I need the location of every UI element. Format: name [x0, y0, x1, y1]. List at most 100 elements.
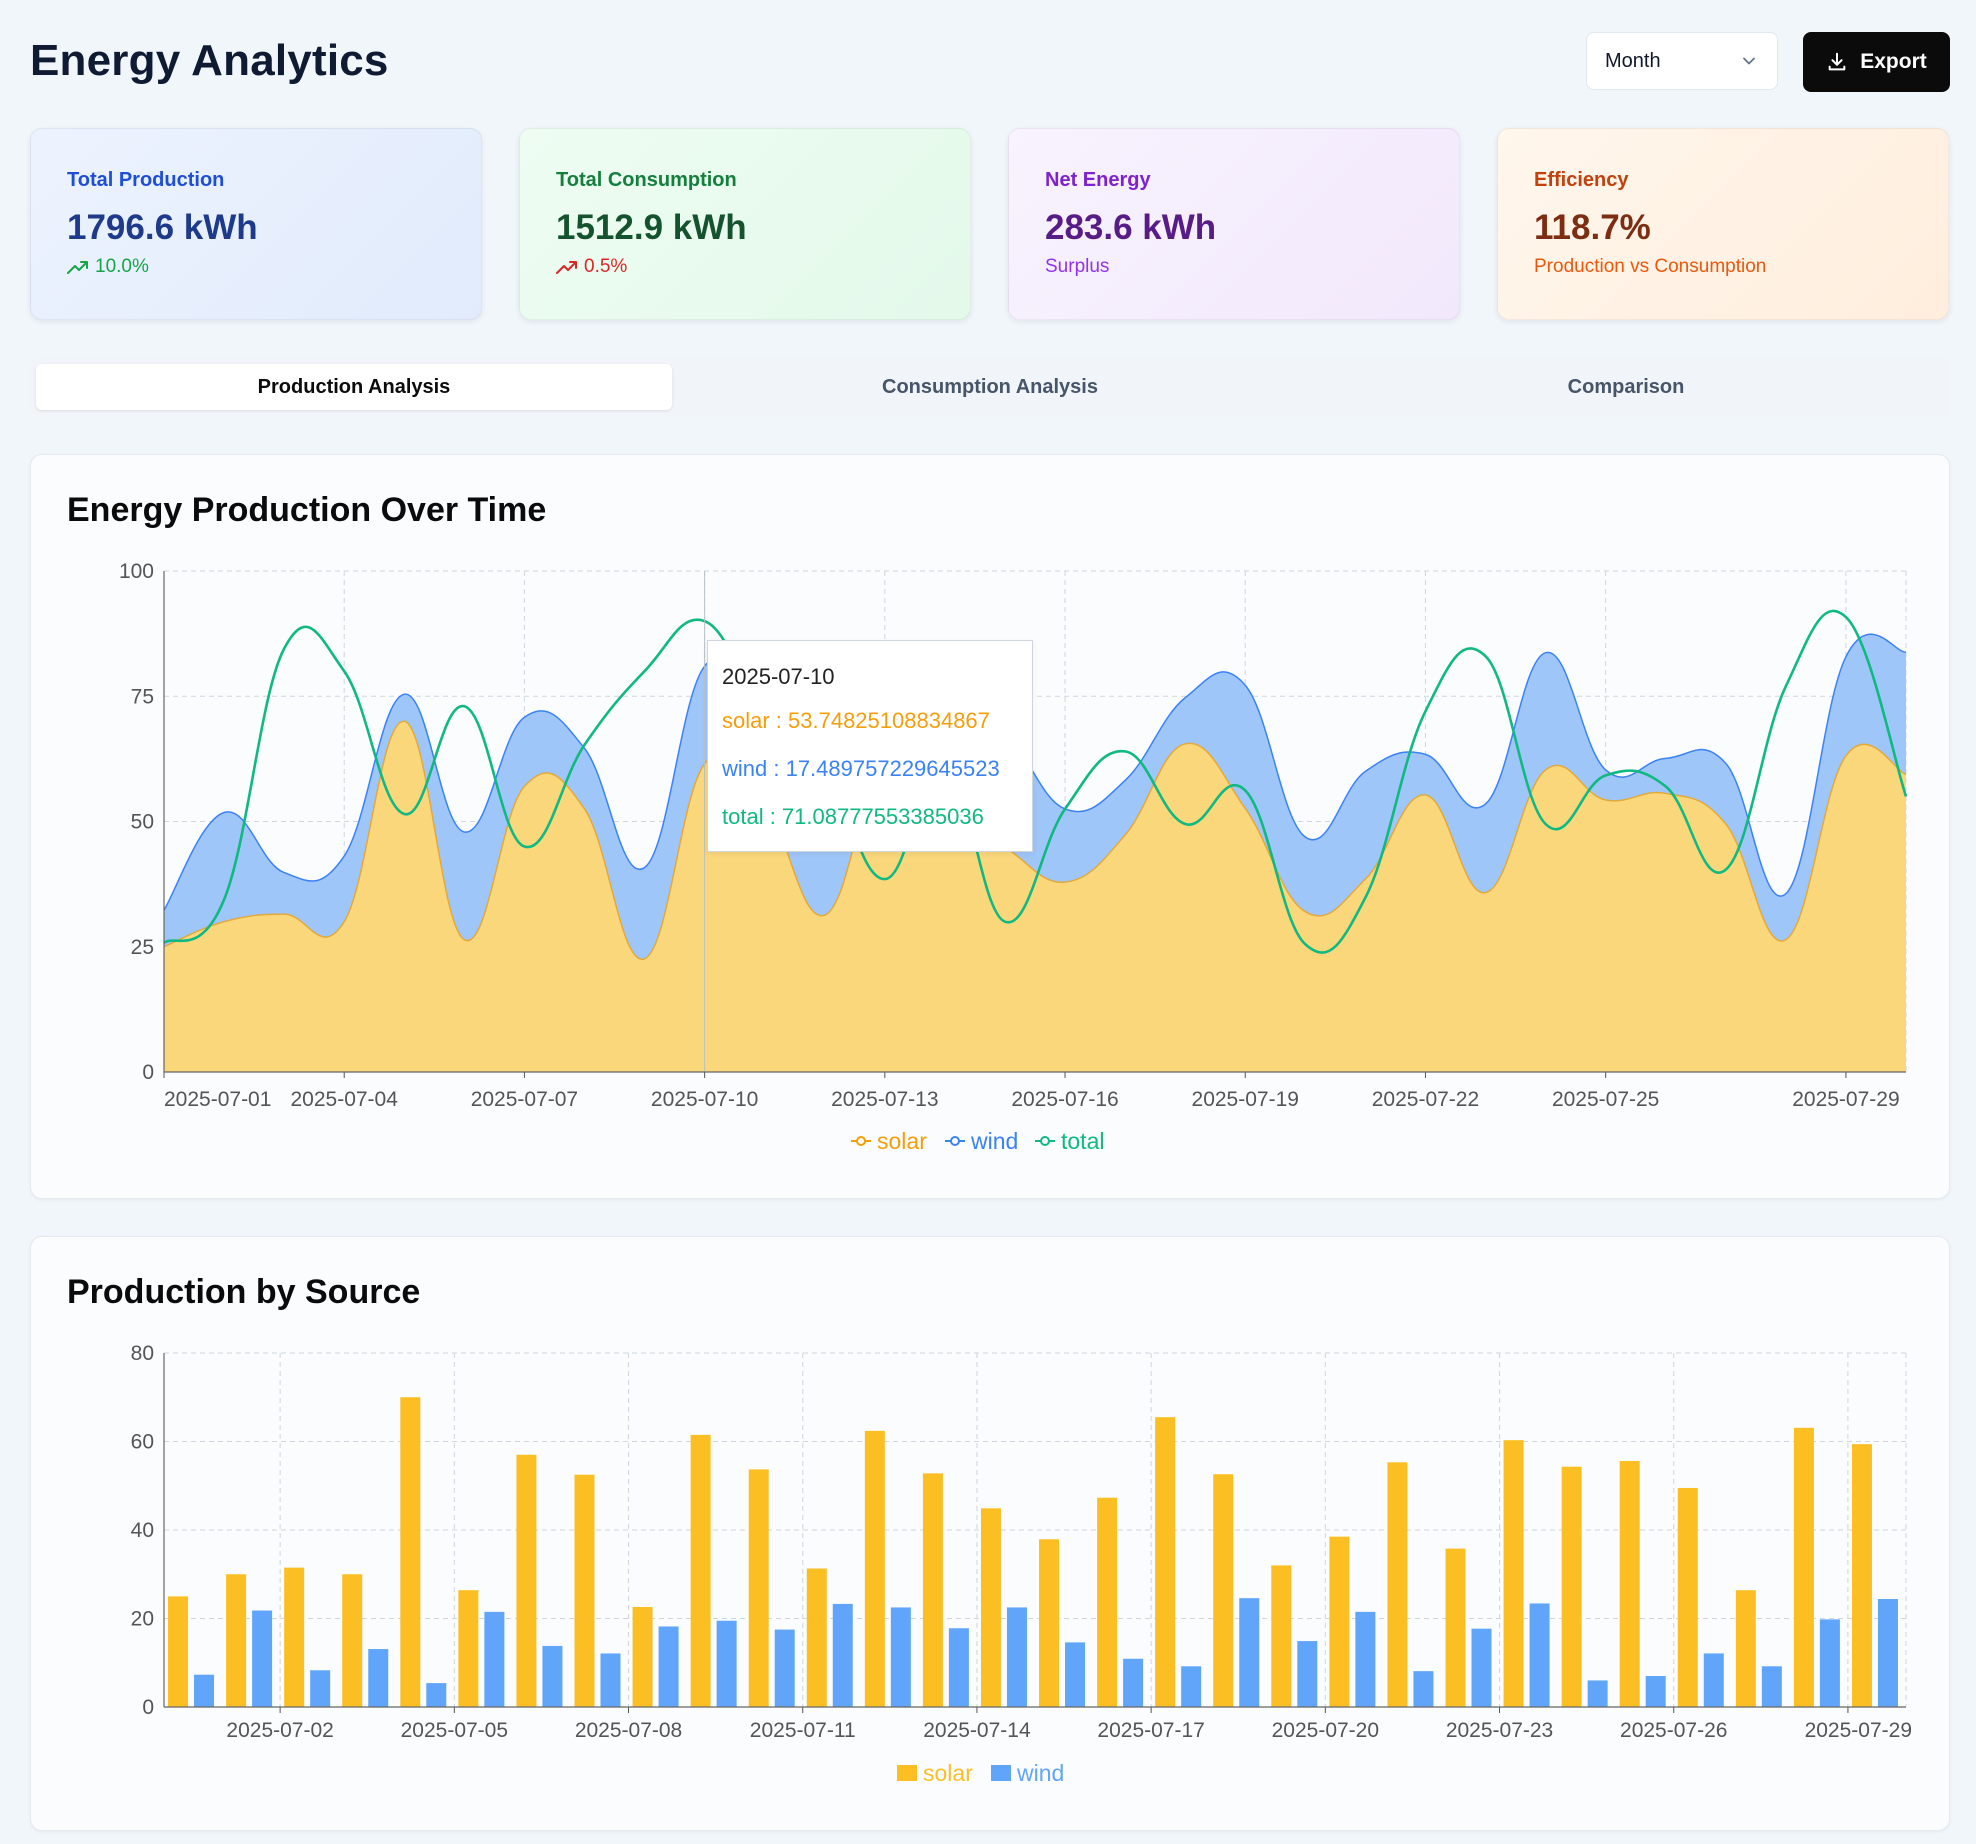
bar-solar	[284, 1567, 305, 1707]
analysis-tabs: Production Analysis Consumption Analysis…	[30, 358, 1950, 416]
bar-solar	[806, 1568, 827, 1707]
bar-wind	[310, 1670, 331, 1707]
bar-wind	[426, 1683, 447, 1707]
bar-solar	[1329, 1536, 1350, 1707]
kpi-card-total-consumption: Total Consumption 1512.9 kWh 0.5%	[519, 128, 971, 320]
legend-marker	[950, 1136, 960, 1146]
bar-solar	[1097, 1497, 1118, 1707]
period-select[interactable]: Month	[1586, 32, 1778, 90]
x-tick-label: 2025-07-14	[923, 1719, 1031, 1742]
kpi-value: 1512.9 kWh	[556, 208, 747, 247]
y-tick-label: 75	[131, 685, 154, 708]
bar-wind	[1703, 1653, 1724, 1707]
export-button[interactable]: Export	[1803, 32, 1950, 92]
legend-marker	[1040, 1136, 1050, 1146]
tooltip-wind: wind : 17.489757229645523	[722, 756, 1000, 781]
tooltip-solar: solar : 53.74825108834867	[722, 708, 990, 733]
tooltip-total: total : 71.08777553385036	[722, 804, 984, 829]
tab-consumption-analysis[interactable]: Consumption Analysis	[672, 364, 1308, 410]
legend-item-wind: wind	[991, 1760, 1064, 1786]
bar-wind	[774, 1629, 795, 1707]
x-tick-label: 2025-07-04	[290, 1088, 398, 1111]
x-tick-label: 2025-07-23	[1446, 1719, 1553, 1742]
bar-solar	[1561, 1466, 1582, 1707]
kpi-trend: 0.5%	[556, 256, 934, 278]
bar-wind	[658, 1626, 679, 1707]
bar-solar	[748, 1469, 769, 1707]
x-tick-label: 2025-07-29	[1805, 1719, 1912, 1742]
legend-swatch	[991, 1765, 1011, 1781]
bar-wind	[1877, 1599, 1898, 1707]
bar-wind	[716, 1620, 737, 1707]
bar-wind	[252, 1610, 273, 1707]
y-tick-label: 50	[131, 811, 154, 834]
x-tick-label: 2025-07-05	[401, 1719, 508, 1742]
bar-solar	[864, 1430, 885, 1707]
bar-solar	[400, 1397, 421, 1707]
x-tick-label: 2025-07-11	[750, 1719, 856, 1742]
chart-tooltip: 2025-07-10 solar : 53.74825108834867 win…	[707, 640, 1033, 852]
bar-solar	[1793, 1427, 1814, 1707]
production-by-source-card: Production by Source 0 20 40 60 80 2025-07-02…	[30, 1236, 1950, 1831]
x-tick-label: 2025-07-17	[1097, 1719, 1204, 1742]
y-tick-label: 80	[131, 1342, 154, 1365]
bar-solar	[1735, 1590, 1756, 1707]
bar-solar	[1851, 1444, 1872, 1707]
kpi-card-net-energy: Net Energy 283.6 kWh Surplus	[1008, 128, 1460, 320]
page-title: Energy Analytics	[30, 36, 389, 85]
download-icon	[1828, 52, 1846, 71]
kpi-sub: Production vs Consumption	[1534, 256, 1767, 277]
y-tick-label: 40	[131, 1519, 154, 1542]
bar-solar	[574, 1474, 595, 1707]
y-tick-label: 60	[131, 1431, 154, 1454]
legend-item-solar: solar	[897, 1760, 973, 1786]
bar-wind	[1006, 1607, 1027, 1707]
bar-wind	[890, 1607, 911, 1707]
bar-solar	[980, 1508, 1001, 1707]
tab-production-analysis[interactable]: Production Analysis	[36, 364, 672, 410]
kpi-value: 118.7%	[1534, 208, 1651, 247]
kpi-label: Total Production	[67, 169, 225, 191]
trending-up-icon	[67, 261, 88, 274]
kpi-value: 1796.6 kWh	[67, 208, 258, 247]
x-tick-label: 2025-07-19	[1192, 1088, 1299, 1111]
production-bar-chart[interactable]: 0 20 40 60 80 2025-07-02 2025-07-05 2025-07-08 2…	[31, 1237, 1951, 1832]
y-tick-label: 0	[142, 1696, 154, 1719]
bar-wind	[484, 1611, 505, 1707]
x-tick-label: 2025-07-10	[651, 1088, 758, 1111]
x-tick-label: 2025-07-07	[471, 1088, 578, 1111]
y-tick-label: 25	[131, 936, 154, 959]
bar-solar	[690, 1434, 711, 1707]
bar-wind	[1471, 1628, 1492, 1707]
bar-solar	[1213, 1474, 1234, 1707]
legend-item-total: total	[1035, 1128, 1104, 1154]
x-tick-label: 2025-07-29	[1792, 1088, 1899, 1111]
bar-solar	[1445, 1548, 1466, 1707]
tab-comparison[interactable]: Comparison	[1308, 364, 1944, 410]
bar-wind	[1529, 1603, 1550, 1707]
bar-solar	[516, 1454, 537, 1707]
legend-label: wind	[1016, 1760, 1064, 1786]
kpi-card-total-production: Total Production 1796.6 kWh 10.0%	[30, 128, 482, 320]
bar-wind	[194, 1674, 215, 1707]
bar-solar	[632, 1606, 653, 1707]
kpi-trend-value: 10.0%	[95, 256, 149, 277]
legend-item-wind: wind	[945, 1128, 1018, 1154]
export-button-label: Export	[1860, 50, 1927, 73]
x-tick-label: 2025-07-25	[1552, 1088, 1659, 1111]
kpi-trend-value: 0.5%	[584, 256, 628, 277]
legend-label: solar	[877, 1128, 927, 1154]
bar-wind	[1297, 1641, 1318, 1707]
page: Energy Analytics Month Export Total Prod…	[0, 0, 1976, 1844]
bar-wind	[1181, 1666, 1202, 1707]
bar-wind	[1123, 1658, 1144, 1707]
trending-up-icon	[556, 261, 577, 274]
kpi-card-efficiency: Efficiency 118.7% Production vs Consumpt…	[1497, 128, 1949, 320]
bar-solar	[1155, 1417, 1176, 1707]
y-tick-label: 0	[142, 1061, 154, 1084]
bar-solar	[922, 1473, 943, 1707]
bar-solar	[458, 1590, 479, 1707]
bar-wind	[1761, 1666, 1782, 1707]
x-tick-label: 2025-07-20	[1272, 1719, 1379, 1742]
legend-label: total	[1061, 1128, 1104, 1154]
